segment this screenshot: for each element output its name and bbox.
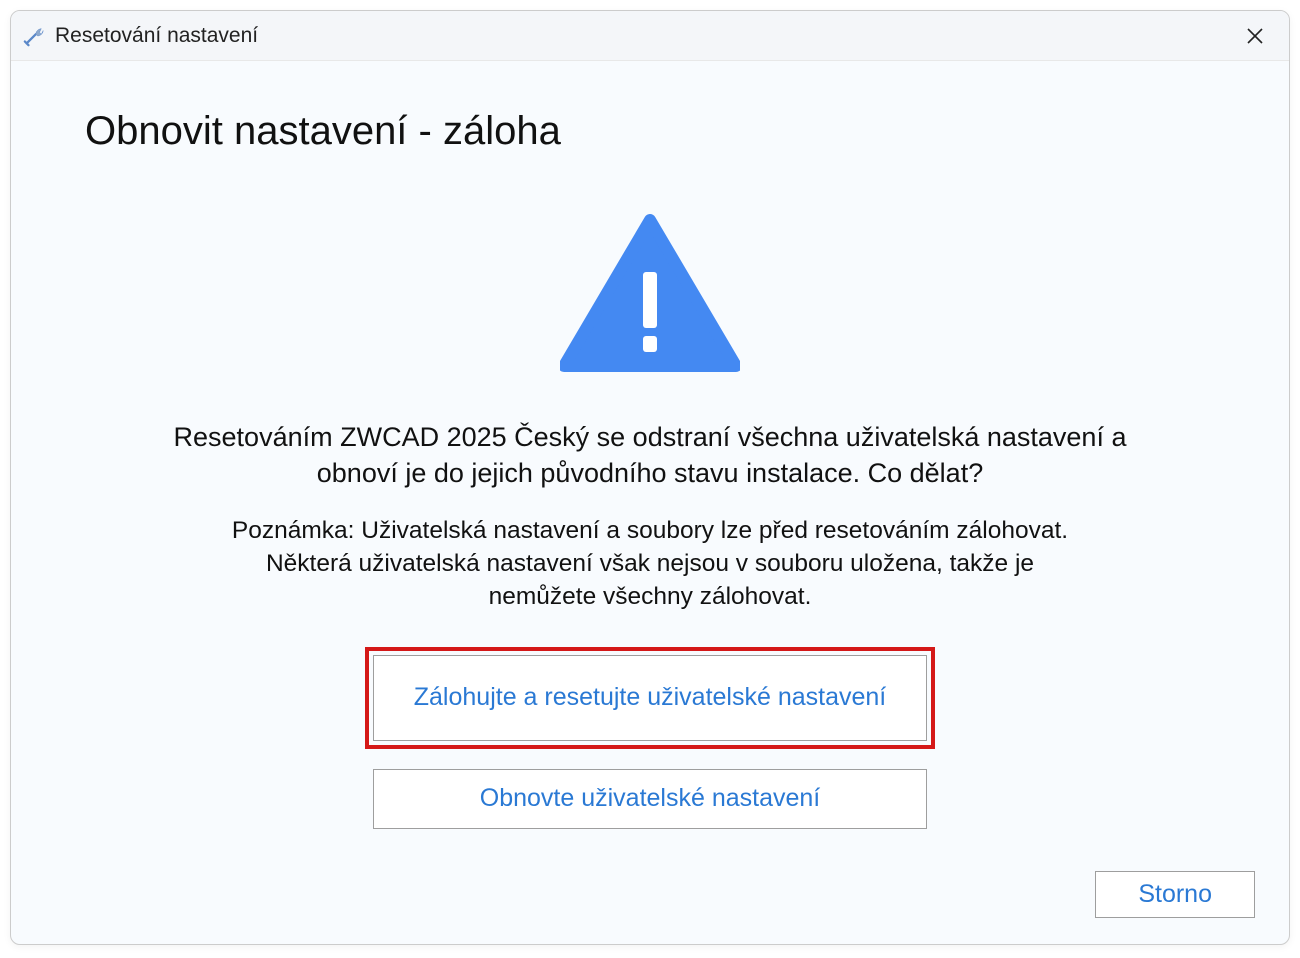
- reset-button[interactable]: Obnovte uživatelské nastavení: [373, 769, 927, 829]
- app-tool-icon: [23, 25, 45, 47]
- option-buttons: Zálohujte a resetujte uživatelské nastav…: [365, 647, 935, 829]
- dialog-heading: Obnovit nastavení - záloha: [85, 109, 1225, 154]
- highlight-frame: Zálohujte a resetujte uživatelské nastav…: [365, 647, 935, 749]
- cancel-label: Storno: [1138, 880, 1212, 908]
- reset-settings-dialog: Resetování nastavení Obnovit nastavení -…: [10, 10, 1290, 945]
- dialog-footer: Storno: [11, 855, 1289, 944]
- note-message: Poznámka: Uživatelská nastavení a soubor…: [215, 514, 1085, 613]
- cancel-button[interactable]: Storno: [1095, 871, 1255, 918]
- center-area: Resetováním ZWCAD 2025 Český se odstraní…: [75, 214, 1225, 835]
- window-title: Resetování nastavení: [55, 24, 1237, 48]
- titlebar: Resetování nastavení: [11, 11, 1289, 61]
- backup-and-reset-button[interactable]: Zálohujte a resetujte uživatelské nastav…: [373, 655, 927, 741]
- close-icon: [1247, 28, 1263, 44]
- main-message: Resetováním ZWCAD 2025 Český se odstraní…: [170, 419, 1130, 492]
- backup-and-reset-label: Zálohujte a resetujte uživatelské nastav…: [414, 681, 887, 715]
- dialog-content: Obnovit nastavení - záloha Resetováním Z…: [11, 61, 1289, 855]
- reset-label: Obnovte uživatelské nastavení: [480, 782, 820, 816]
- warning-icon: [560, 214, 740, 379]
- close-button[interactable]: [1237, 18, 1273, 54]
